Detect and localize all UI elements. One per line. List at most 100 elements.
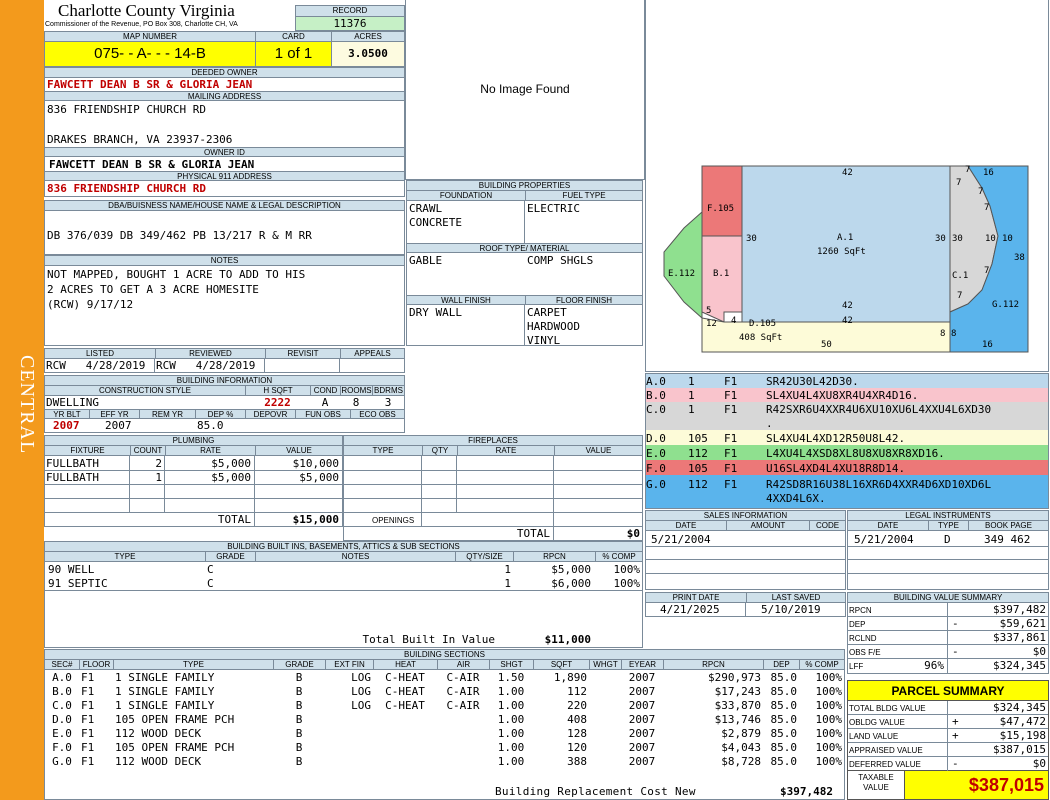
sketch-dim: 7 — [984, 266, 990, 276]
plumbing-rate: $5,000 — [211, 457, 251, 470]
roof-label: ROOF TYPE/ MATERIAL — [407, 243, 642, 253]
owner-block: DEEDED OWNER FAWCETT DEAN B SR & GLORIA … — [44, 67, 405, 197]
mailing-address-line2: DRAKES BRANCH, VA 23937-2306 — [47, 133, 233, 146]
remyr-label: REM YR — [139, 409, 195, 419]
sketch-code-row: G.0 112 F1 R42SD8R16U38L16XR6D4XXR4D6XD10XD… — [646, 475, 1048, 508]
sketch-dim: 5 — [706, 306, 712, 316]
taxable-value: $387,015 — [904, 771, 1048, 799]
parcel-row: DEFERRED VALUE - $0 — [848, 757, 1048, 771]
section-cell: B — [295, 727, 303, 740]
reviewed-label: REVIEWED — [155, 349, 265, 359]
sections-col-header: GRADE — [273, 660, 325, 670]
li-date-header: DATE — [848, 521, 928, 531]
section-cell: 2007 — [628, 671, 656, 684]
value-summary-box: BUILDING VALUE SUMMARY RPCN $397,482 DEP… — [847, 592, 1049, 674]
sales-date: 5/21/2004 — [651, 533, 711, 546]
section-cell: 2007 — [628, 699, 656, 712]
bi-total-value: $11,000 — [544, 633, 591, 646]
building-info-label: BUILDING INFORMATION — [45, 376, 404, 386]
effyr-label: EFF YR — [89, 409, 139, 419]
effyr-value: 2007 — [105, 419, 132, 432]
section-cell: 1.50 — [497, 671, 525, 684]
section-cell: F1 — [81, 699, 95, 712]
section-cell: C-AIR — [446, 699, 480, 712]
section-row: F.0 F1 105 OPEN FRAME PCH B 1.00 120 2007 $4,04… — [45, 741, 844, 755]
section-cell: 1 SINGLE FAMILY — [115, 699, 215, 712]
sketch-area-e — [663, 210, 703, 320]
sketch-code-row: E.0 112 F1 L4XU4L4XSD8XL8U8XU8XR8XD16. — [646, 445, 1048, 460]
roof-material-value: COMP SHGLS — [527, 254, 594, 267]
section-cell: 85.0 — [770, 685, 798, 698]
parcel-row: OBLDG VALUE + $47,472 — [848, 715, 1048, 729]
wall-finish-value: DRY WALL — [409, 306, 462, 319]
district-label: CENTRAL — [16, 355, 38, 455]
section-cell: 1.00 — [497, 727, 525, 740]
sketch-dim: 10 — [985, 234, 996, 244]
section-cell: B — [295, 671, 303, 684]
sales-code-header: CODE — [809, 521, 845, 531]
foundation-value: CRAWL — [409, 202, 443, 215]
section-cell: B — [295, 699, 303, 712]
sales-date-header: DATE — [646, 521, 726, 531]
section-cell: F.0 — [52, 741, 72, 754]
hsqft-label: H SQFT — [245, 386, 310, 396]
fp-total-label: TOTAL — [516, 527, 550, 540]
wall-finish-label: WALL FINISH — [407, 295, 525, 305]
sketch-dim: 7 — [956, 178, 962, 188]
li-type: D — [944, 533, 951, 546]
section-cell: 128 — [567, 727, 587, 740]
sketch-label-a: A.1 — [837, 233, 854, 243]
record-value: 11376 — [296, 17, 404, 30]
notes-line: 2 ACRES TO GET A 3 ACRE HOMESITE — [47, 283, 259, 296]
bi-notes-header: NOTES — [255, 552, 455, 562]
section-cell: 2007 — [628, 755, 656, 768]
builtins-box: BUILDING BUILT INS, BASEMENTS, ATTICS & … — [44, 541, 643, 648]
bi-rpcn-header: RPCN — [513, 552, 595, 562]
floor-finish-value: VINYL — [527, 334, 561, 347]
sections-col-header: FLOOR — [79, 660, 113, 670]
building-properties-box: BUILDING PROPERTIES FOUNDATION FUEL TYPE… — [406, 180, 643, 347]
plumbing-count: 1 — [155, 471, 162, 484]
sections-col-header: EXT FIN — [325, 660, 373, 670]
construction-style-value: DWELLING — [46, 396, 99, 409]
section-cell: 220 — [567, 699, 587, 712]
bi-comp: 100% — [613, 577, 641, 590]
plumbing-fixture: FULLBATH — [46, 471, 99, 484]
rate-header: RATE — [165, 446, 255, 456]
li-date: 5/21/2004 — [854, 533, 914, 546]
sketch-dim: 30 — [952, 234, 963, 244]
fp-total-value: $0 — [626, 527, 640, 540]
rooms-label: ROOMS — [340, 386, 372, 396]
building-sketch: 42 30 30 30 10 10 42 42 50 4 5 12 8 8 7 … — [645, 0, 1049, 372]
section-cell: B.0 — [52, 685, 72, 698]
section-cell: C-AIR — [446, 685, 480, 698]
foundation-label: FOUNDATION — [407, 191, 525, 201]
last-saved-label: LAST SAVED — [746, 593, 845, 603]
sketch-dim: 16 — [982, 340, 993, 350]
section-cell: $8,728 — [721, 755, 761, 768]
property-photo: No Image Found — [405, 0, 645, 180]
value-header: VALUE — [255, 446, 342, 456]
map-number-box: MAP NUMBER CARD ACRES 075- - A- - - 14-B… — [44, 31, 405, 67]
sections-col-header: DEP — [763, 660, 799, 670]
sketch-dim: 7 — [978, 187, 984, 197]
physical-address-value: 836 FRIENDSHIP CHURCH RD — [47, 182, 206, 195]
acres-value: 3.0500 — [331, 42, 404, 66]
plumbing-fixture: FULLBATH — [46, 457, 99, 470]
sketch-dim: 30 — [935, 234, 946, 244]
section-cell: 1.00 — [497, 699, 525, 712]
section-cell: 1 SINGLE FAMILY — [115, 685, 215, 698]
section-cell: 408 — [567, 713, 587, 726]
section-cell: D.0 — [52, 713, 72, 726]
no-image-text: No Image Found — [480, 82, 570, 96]
sales-amount-header: AMOUNT — [726, 521, 809, 531]
parcel-row: TOTAL BLDG VALUE $324,345 — [848, 701, 1048, 715]
builtins-label: BUILDING BUILT INS, BASEMENTS, ATTICS & … — [45, 542, 642, 552]
section-cell: 100% — [815, 727, 843, 740]
dep-pct-label: DEP % — [195, 409, 245, 419]
value-row: DEP - $59,621 — [848, 617, 1048, 631]
section-cell: 100% — [815, 741, 843, 754]
li-type-header: TYPE — [928, 521, 968, 531]
sections-col-header: SQFT — [533, 660, 589, 670]
section-cell: 1.00 — [497, 685, 525, 698]
